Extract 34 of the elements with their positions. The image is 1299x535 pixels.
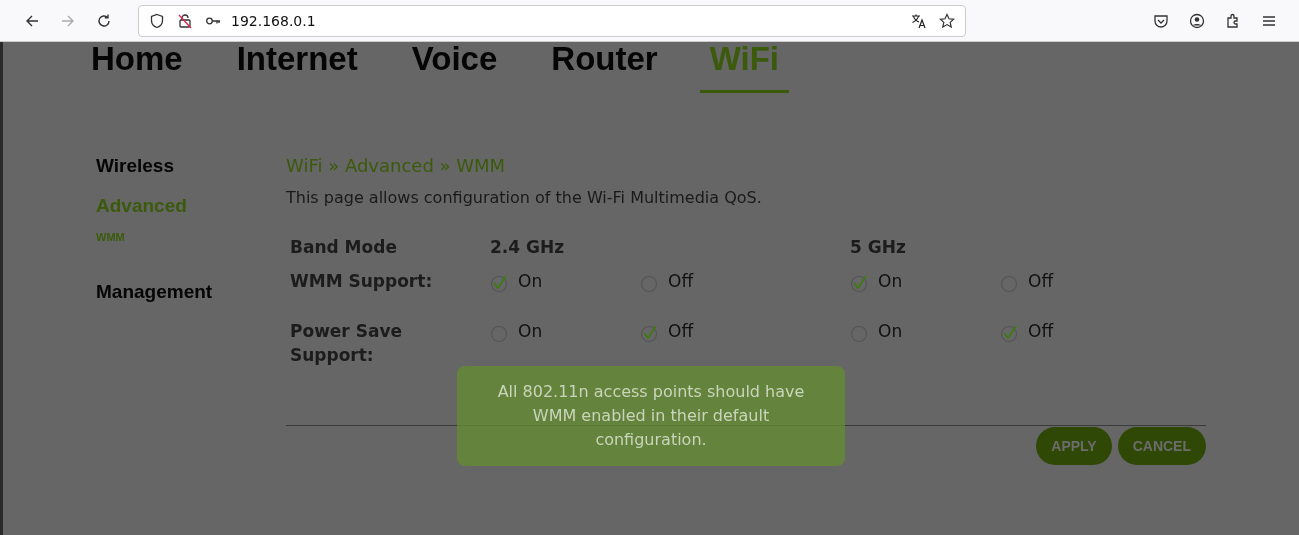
shield-icon <box>149 12 165 29</box>
tooltip: All 802.11n access points should have WMM enabled in their default configuration. <box>457 366 845 466</box>
star-icon[interactable] <box>939 12 955 29</box>
reload-icon[interactable] <box>96 12 112 29</box>
radio-option[interactable]: On <box>490 269 543 293</box>
breadcrumb: WiFi » Advanced » WMM <box>286 154 507 178</box>
column-header: 2.4 GHz <box>490 237 566 257</box>
action-button[interactable]: APPLY <box>1036 427 1112 465</box>
sidebar-item[interactable]: Management <box>96 280 213 304</box>
column-header: Band Mode <box>290 237 398 257</box>
row-label: WMM Support: <box>290 270 434 293</box>
radio-option[interactable]: On <box>850 269 903 293</box>
nav-tab[interactable]: Home <box>91 42 183 93</box>
radio-option[interactable]: Off <box>640 319 694 343</box>
radio-option[interactable]: On <box>850 319 903 343</box>
description-text: This page allows configuration of the Wi-Fi Multimedia QoS. <box>286 188 763 207</box>
extensions-icon[interactable] <box>1225 12 1241 29</box>
radio-option[interactable]: Off <box>1000 269 1054 293</box>
nav-tab[interactable]: Router <box>551 42 658 93</box>
row-label: Power Save Support: <box>290 320 403 367</box>
sidebar-item[interactable]: Wireless <box>96 154 174 178</box>
pocket-icon[interactable] <box>1153 12 1169 29</box>
action-button[interactable]: CANCEL <box>1117 427 1206 465</box>
radio-option[interactable]: Off <box>640 269 694 293</box>
radio-option[interactable]: On <box>490 319 543 343</box>
url-text: 192.168.0.1 <box>231 12 316 29</box>
account-icon[interactable] <box>1189 12 1205 29</box>
insecure-lock-icon <box>177 12 193 29</box>
nav-tab[interactable]: Internet <box>236 42 358 93</box>
translate-icon[interactable] <box>911 12 927 29</box>
nav-tab[interactable]: Voice <box>411 42 498 93</box>
column-header: 5 GHz <box>850 237 907 257</box>
radio-option[interactable]: Off <box>1000 319 1054 343</box>
address-bar[interactable]: 192.168.0.1 <box>138 4 966 37</box>
